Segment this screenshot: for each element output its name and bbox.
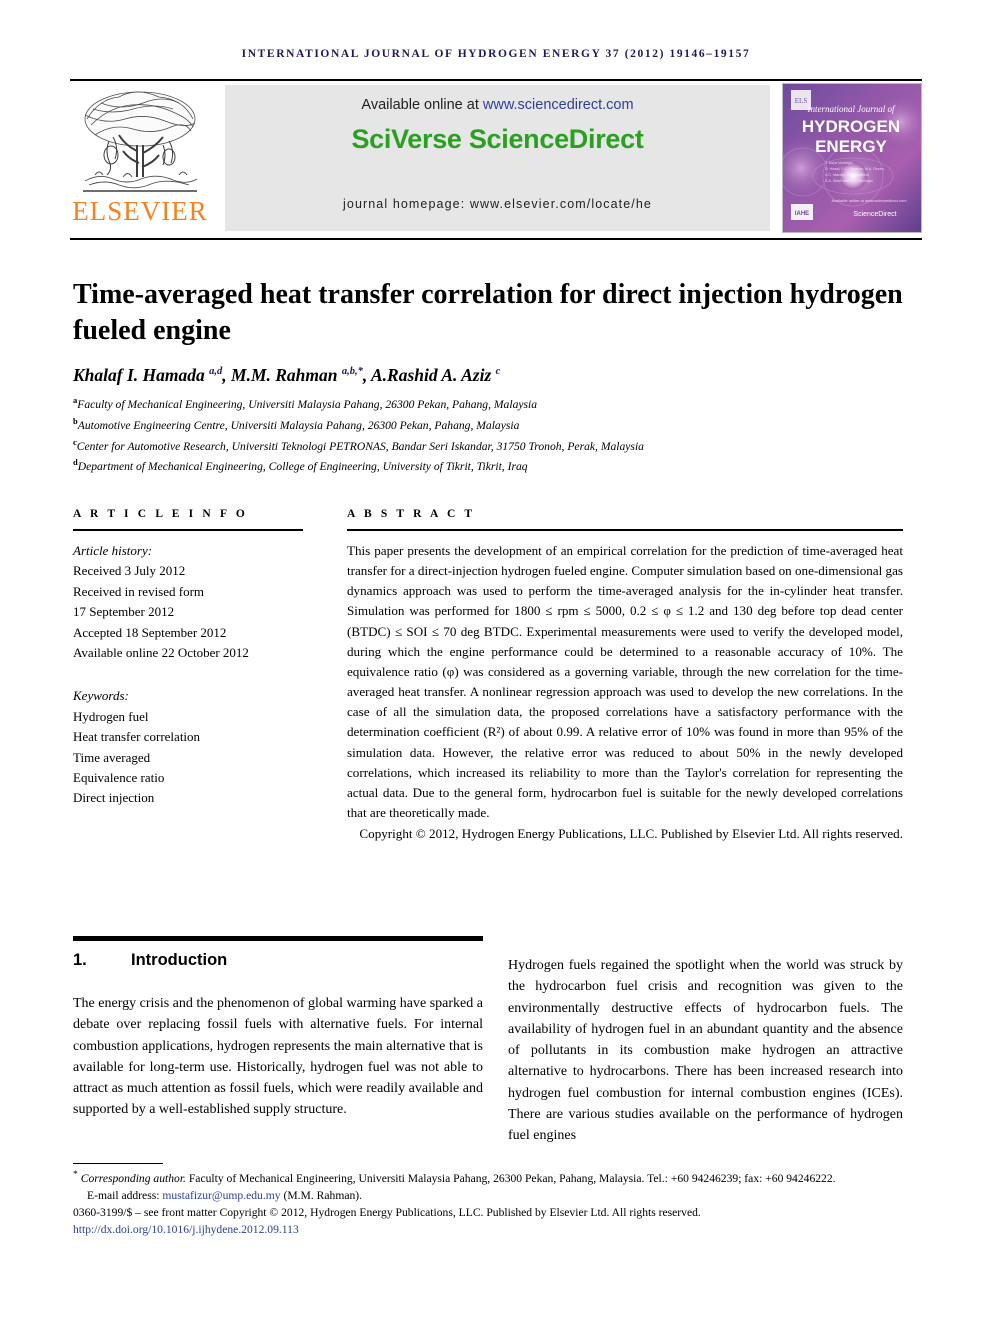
keyword-item: Equivalence ratio xyxy=(73,770,165,786)
svg-text:IAHE: IAHE xyxy=(795,211,809,217)
elsevier-logo-block: ELSEVIER xyxy=(70,85,210,233)
keyword-item: Heat transfer correlation xyxy=(73,729,201,745)
page-title: Time-averaged heat transfer correlation … xyxy=(73,278,903,346)
author-list: Khalaf I. Hamada a,d, M.M. Rahman a,b,*,… xyxy=(73,365,501,385)
available-online-line: Available online at www.sciencedirect.co… xyxy=(225,85,770,113)
article-history-item: 17 September 2012 xyxy=(73,604,175,620)
sciencedirect-url-link[interactable]: www.sciencedirect.com xyxy=(483,97,634,113)
svg-text:T. Nejat Veziroglu: T. Nejat Veziroglu xyxy=(825,161,853,165)
affiliation-text: Automotive Engineering Centre, Universit… xyxy=(77,418,520,432)
journal-homepage-line[interactable]: journal homepage: www.elsevier.com/locat… xyxy=(225,197,770,211)
keyword-item: Time averaged xyxy=(73,749,151,765)
affiliation-item: bAutomotive Engineering Centre, Universi… xyxy=(73,415,903,436)
article-info-rule xyxy=(73,529,303,531)
asterisk-icon: * xyxy=(73,1169,78,1180)
svg-text:ScienceDirect: ScienceDirect xyxy=(853,211,896,218)
affiliation-item: aFaculty of Mechanical Engineering, Univ… xyxy=(73,394,903,415)
article-history-item: Available online 22 October 2012 xyxy=(73,645,249,661)
abstract-heading: A B S T R A C T xyxy=(347,508,476,520)
elsevier-wordmark: ELSEVIER xyxy=(72,196,208,226)
keywords-items: Hydrogen fuel Heat transfer correlation Ti… xyxy=(73,707,303,809)
corresponding-author-label: Corresponding author. xyxy=(80,1171,186,1185)
issn-copyright-line: 0360-3199/$ – see front matter Copyright… xyxy=(73,1206,701,1220)
journal-cover-art: ELS International Journal of HYDROGEN EN… xyxy=(783,84,921,232)
section-heading: 1. Introduction xyxy=(73,951,227,970)
svg-text:ELS: ELS xyxy=(795,97,808,105)
corresponding-author-note: * Corresponding author. Faculty of Mecha… xyxy=(73,1168,921,1187)
article-history-block: Article history: Received 3 July 2012 Rec… xyxy=(73,541,303,663)
sciverse-sciencedirect-logo[interactable]: SciVerse ScienceDirect xyxy=(225,124,770,155)
section-number: 1. xyxy=(73,951,87,969)
svg-text:K.C. Mandry, J.W. Sheffield,: K.C. Mandry, J.W. Sheffield, xyxy=(825,173,870,177)
email-link[interactable]: mustafizur@ump.edu.my xyxy=(162,1189,280,1202)
masthead: ELSEVIER Available online at www.science… xyxy=(70,83,922,235)
section-title: Introduction xyxy=(131,951,228,969)
article-history-item: Accepted 18 September 2012 xyxy=(73,624,227,640)
header-rule-bottom xyxy=(70,238,922,240)
abstract-body: This paper presents the development of a… xyxy=(347,543,903,821)
svg-text:International Journal of: International Journal of xyxy=(807,104,896,114)
header-rule-top xyxy=(70,79,922,81)
article-history-items: Received 3 July 2012 Received in revised … xyxy=(73,561,303,663)
article-info-column: A R T I C L E I N F O Article history: R… xyxy=(73,508,303,809)
email-owner: (M.M. Rahman). xyxy=(280,1189,363,1203)
article-info-heading: A R T I C L E I N F O xyxy=(73,508,248,520)
svg-text:S.A. Sherif and S.A. Veziroglu: S.A. Sherif and S.A. Veziroglu xyxy=(825,179,873,183)
keyword-item: Direct injection xyxy=(73,790,155,806)
affiliation-text: Faculty of Mechanical Engineering, Unive… xyxy=(77,397,538,411)
body-column-right: Hydrogen fuels regained the spotlight wh… xyxy=(508,958,903,1144)
email-note: E-mail address: mustafizur@ump.edu.my (M… xyxy=(73,1187,921,1204)
body-column-left: The energy crisis and the phenomenon of … xyxy=(73,996,483,1118)
article-history-item: Received 3 July 2012 xyxy=(73,563,186,579)
svg-text:HYDROGEN: HYDROGEN xyxy=(802,117,900,136)
svg-text:ENERGY: ENERGY xyxy=(815,137,887,156)
article-history-item: Received in revised form xyxy=(73,583,205,599)
affiliation-item: dDepartment of Mechanical Engineering, C… xyxy=(73,456,903,477)
journal-cover-thumbnail[interactable]: ELS International Journal of HYDROGEN EN… xyxy=(782,83,922,233)
section-rule xyxy=(73,936,483,941)
affiliation-text: Department of Mechanical Engineering, Co… xyxy=(77,460,528,474)
abstract-rule xyxy=(347,529,903,531)
footnote-block: * Corresponding author. Faculty of Mecha… xyxy=(73,1168,921,1238)
corresponding-author-detail: Faculty of Mechanical Engineering, Unive… xyxy=(185,1171,836,1185)
article-page: International Journal of Hydrogen Energy… xyxy=(0,0,992,1323)
available-online-label: Available online at xyxy=(361,97,483,113)
elsevier-tree-icon xyxy=(83,91,198,192)
affiliation-list: aFaculty of Mechanical Engineering, Univ… xyxy=(73,394,903,477)
affiliation-item: cCenter for Automotive Research, Univers… xyxy=(73,436,903,457)
sciencedirect-band: Available online at www.sciencedirect.co… xyxy=(225,85,770,231)
abstract-column: A B S T R A C T This paper presents the … xyxy=(347,508,903,844)
running-head: International Journal of Hydrogen Energy… xyxy=(241,48,751,60)
affiliation-text: Center for Automotive Research, Universi… xyxy=(76,439,644,453)
svg-text:Available online at www.scienc: Available online at www.sciencedirect.co… xyxy=(831,198,907,203)
article-history-label: Article history: xyxy=(73,543,153,558)
svg-text:D. Hissel, E.C. Brouhon, M.A.: D. Hissel, E.C. Brouhon, M.A. Rosen, xyxy=(825,167,885,171)
keywords-block: Keywords: Hydrogen fuel Heat transfer cor… xyxy=(73,686,303,808)
doi-link[interactable]: http://dx.doi.org/10.1016/j.ijhydene.201… xyxy=(73,1221,921,1238)
abstract-copyright: Copyright © 2012, Hydrogen Energy Public… xyxy=(359,826,903,842)
keywords-label: Keywords: xyxy=(73,688,129,704)
footnote-rule xyxy=(73,1163,163,1164)
email-label: E-mail address: xyxy=(87,1189,163,1203)
keyword-item: Hydrogen fuel xyxy=(73,708,149,724)
